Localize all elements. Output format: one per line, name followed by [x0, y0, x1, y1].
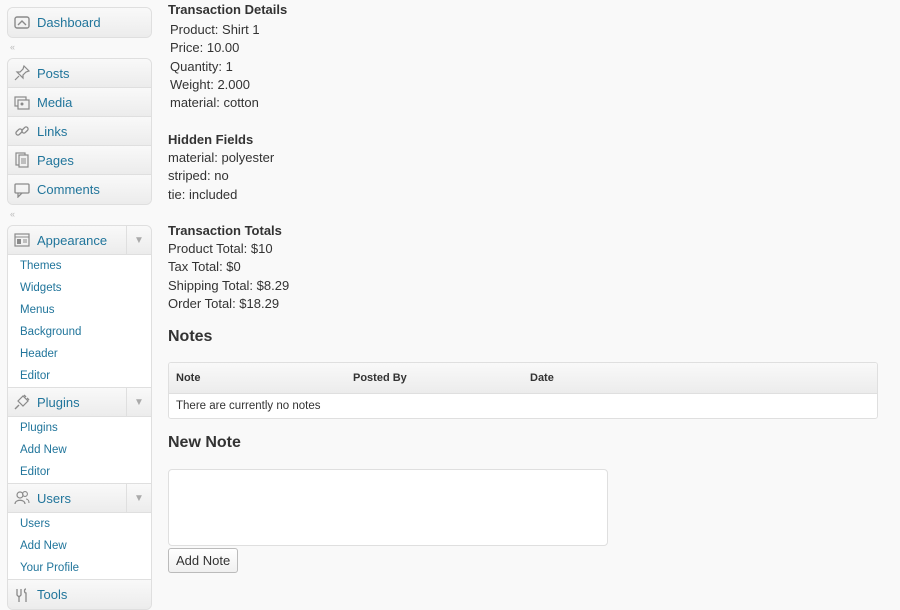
sidebar-item-label: Posts: [37, 65, 70, 81]
sidebar-item-plugins[interactable]: Plugins ▼: [8, 388, 151, 417]
submenu-item-widgets[interactable]: Widgets: [8, 277, 151, 299]
transaction-details-heading: Transaction Details: [168, 2, 288, 17]
new-note-textarea[interactable]: [168, 469, 608, 546]
users-icon: [13, 489, 31, 507]
total-line: Shipping Total: $8.29: [168, 277, 290, 293]
menu-separator[interactable]: «: [10, 209, 15, 219]
submenu-item-plugins[interactable]: Plugins: [8, 417, 151, 439]
submenu-item-themes[interactable]: Themes: [8, 255, 151, 277]
submenu-item-menus[interactable]: Menus: [8, 299, 151, 321]
transaction-totals-section: Transaction Totals Product Total: $10 Ta…: [168, 222, 289, 313]
notes-table-header: Note Posted By Date: [169, 363, 877, 394]
sidebar-item-links[interactable]: Links: [8, 117, 151, 146]
link-icon: [13, 122, 31, 140]
pushpin-icon: [13, 64, 31, 82]
detail-line: Price: 10.00: [170, 40, 240, 56]
submenu-item-editor[interactable]: Editor: [8, 365, 151, 387]
column-header-posted-by[interactable]: Posted By: [353, 372, 407, 384]
menu-separator[interactable]: «: [10, 42, 15, 52]
detail-line: Weight: 2.000: [170, 76, 250, 92]
appearance-icon: [13, 231, 31, 249]
media-icon: [13, 93, 31, 111]
empty-notes-message: There are currently no notes: [176, 400, 321, 412]
menu-dashboard-block: Dashboard: [7, 7, 152, 38]
dashboard-icon: [13, 14, 31, 32]
sidebar-item-posts[interactable]: Posts: [8, 59, 151, 88]
detail-line: Product: Shirt 1: [170, 22, 260, 37]
sidebar-item-appearance[interactable]: Appearance ▼: [8, 226, 151, 255]
pages-icon: [13, 151, 31, 169]
submenu-item-users[interactable]: Users: [8, 513, 151, 535]
column-header-note[interactable]: Note: [176, 372, 200, 384]
hidden-field-line: tie: included: [168, 186, 238, 202]
submenu-item-background[interactable]: Background: [8, 321, 151, 343]
sidebar-item-label: Comments: [37, 182, 100, 197]
sidebar-item-label: Appearance: [37, 232, 108, 248]
submenu-item-plugin-editor[interactable]: Editor: [8, 461, 151, 483]
hidden-field-line: striped: no: [168, 168, 229, 184]
chevron-down-icon[interactable]: ▼: [126, 226, 151, 254]
sidebar-item-comments[interactable]: Comments: [8, 175, 151, 204]
plug-icon: [13, 393, 31, 411]
menu-content-block: Posts Media Links Pages Comments: [7, 58, 152, 205]
hidden-fields-section: Hidden Fields material: polyester stripe…: [168, 131, 274, 204]
sidebar-item-pages[interactable]: Pages: [8, 146, 151, 175]
appearance-submenu: Themes Widgets Menus Background Header E…: [8, 255, 151, 388]
detail-line: material: cotton: [170, 95, 259, 111]
submenu-item-header[interactable]: Header: [8, 343, 151, 365]
admin-sidebar: Dashboard « Posts Media Links Pages Comm…: [0, 0, 154, 610]
transaction-totals-heading: Transaction Totals: [168, 223, 282, 238]
transaction-details-section: Transaction Details Product: Shirt 1 Pri…: [168, 1, 287, 112]
sidebar-item-media[interactable]: Media: [8, 88, 151, 117]
submenu-item-add-new-user[interactable]: Add New: [8, 535, 151, 557]
chevron-down-icon[interactable]: ▼: [126, 388, 151, 416]
sidebar-item-label: Media: [37, 94, 73, 110]
total-line: Order Total: $18.29: [168, 295, 280, 311]
total-line: Tax Total: $0: [168, 259, 241, 275]
add-note-button[interactable]: Add Note: [168, 548, 239, 573]
notes-heading: Notes: [168, 328, 213, 345]
submenu-item-your-profile[interactable]: Your Profile: [8, 557, 151, 579]
table-row: There are currently no notes: [169, 394, 877, 418]
sidebar-item-label: Dashboard: [37, 15, 101, 30]
sidebar-item-label: Tools: [37, 587, 68, 602]
new-note-heading: New Note: [168, 434, 241, 451]
column-header-date[interactable]: Date: [530, 372, 554, 384]
sidebar-item-label: Users: [37, 490, 71, 506]
submenu-item-add-new-plugin[interactable]: Add New: [8, 439, 151, 461]
hidden-field-line: material: polyester: [168, 150, 275, 165]
menu-admin-block: Appearance ▼ Themes Widgets Menus Backgr…: [7, 225, 152, 610]
notes-table: Note Posted By Date There are currently …: [168, 362, 878, 419]
comment-icon: [13, 181, 31, 199]
sidebar-item-dashboard[interactable]: Dashboard: [8, 8, 151, 37]
detail-line: Quantity: 1: [170, 58, 233, 74]
total-line: Product Total: $10: [168, 241, 273, 256]
sidebar-item-label: Plugins: [37, 394, 80, 410]
users-submenu: Users Add New Your Profile: [8, 513, 151, 580]
chevron-down-icon[interactable]: ▼: [126, 484, 151, 512]
sidebar-item-label: Links: [37, 123, 68, 139]
sidebar-item-tools[interactable]: Tools: [8, 580, 151, 609]
tools-icon: [13, 586, 31, 604]
plugins-submenu: Plugins Add New Editor: [8, 417, 151, 484]
sidebar-item-label: Pages: [37, 152, 74, 168]
hidden-fields-heading: Hidden Fields: [168, 132, 254, 147]
sidebar-item-users[interactable]: Users ▼: [8, 484, 151, 513]
